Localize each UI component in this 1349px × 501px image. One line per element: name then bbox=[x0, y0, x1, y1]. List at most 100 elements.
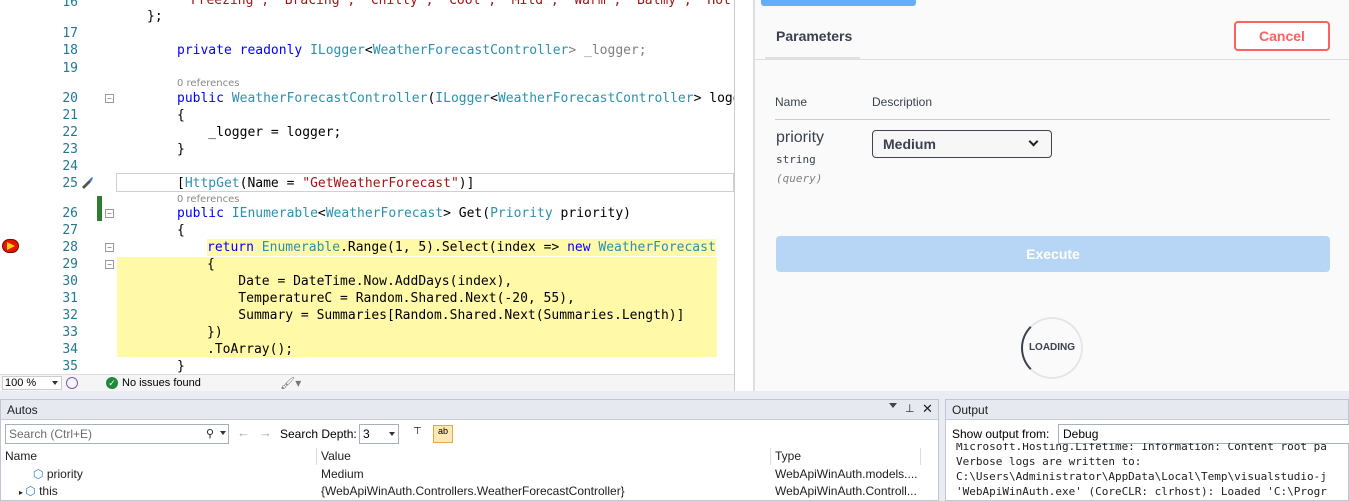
line-number: 22 bbox=[62, 125, 78, 140]
code-token: WeatherForecast bbox=[598, 240, 716, 255]
param-location: (query) bbox=[776, 172, 823, 185]
codelens-references[interactable]: 0 references bbox=[177, 194, 240, 205]
variable-name-text: priority bbox=[46, 467, 83, 481]
parameters-table-header: Name Description bbox=[775, 88, 1330, 120]
code-token: > logge bbox=[693, 91, 734, 106]
table-row[interactable]: ▸ ⬡ this {WebApiWinAuth.Controllers.Weat… bbox=[1, 483, 921, 500]
code-line: private readonly ILogger<WeatherForecast… bbox=[177, 42, 647, 59]
zoom-dropdown[interactable]: 100 % bbox=[2, 376, 62, 390]
code-area[interactable]: "Freezing", "Bracing", "Chilly", "Cool",… bbox=[117, 0, 734, 374]
cancel-button[interactable]: Cancel bbox=[1234, 21, 1330, 51]
check-circle-icon: ✓ bbox=[106, 377, 118, 389]
output-window: Output Show output from: Debug Microsoft… bbox=[945, 399, 1349, 501]
code-line: { bbox=[177, 108, 185, 123]
parameters-header: Parameters Cancel bbox=[755, 12, 1349, 60]
variable-value[interactable]: Medium bbox=[317, 466, 771, 483]
line-number: 31 bbox=[62, 291, 78, 306]
code-cleanup-icon[interactable]: 🖌▾ bbox=[280, 376, 301, 390]
execute-button[interactable]: Execute bbox=[776, 236, 1330, 272]
chevron-down-icon bbox=[389, 432, 395, 436]
table-row[interactable]: ⬡ priority Medium WebApiWinAuth.models..… bbox=[1, 466, 921, 483]
log-line: 'WebApiWinAuth.exe' (CoreCLR: clrhost): … bbox=[956, 485, 1327, 498]
line-number: 29 bbox=[62, 257, 78, 272]
chevron-down-icon bbox=[52, 381, 58, 385]
collapse-icon[interactable]: − bbox=[105, 243, 114, 252]
variable-value[interactable]: {WebApiWinAuth.Controllers.WeatherForeca… bbox=[317, 483, 771, 500]
column-header-type[interactable]: Type bbox=[771, 448, 921, 465]
param-name: priority bbox=[776, 129, 825, 146]
code-line: }; bbox=[147, 9, 163, 24]
output-source-value: Debug bbox=[1063, 427, 1099, 441]
code-token: < bbox=[490, 91, 498, 106]
line-number: 24 bbox=[62, 159, 78, 174]
code-editor[interactable]: − − − − 16 17 18 19 20 21 22 23 24 25 26… bbox=[0, 0, 734, 374]
codelens-references[interactable]: 0 references bbox=[177, 78, 240, 89]
autos-search-input[interactable]: Search (Ctrl+E) ⚲ bbox=[5, 424, 229, 444]
col-name: Name bbox=[775, 95, 808, 109]
code-line: _logger = logger; bbox=[177, 125, 342, 140]
collapse-icon[interactable]: − bbox=[105, 209, 114, 218]
field-icon: ⬡ bbox=[25, 484, 40, 498]
tab-parameters[interactable]: Parameters bbox=[765, 24, 860, 60]
output-log[interactable]: Microsoft.Hosting.Lifetime: Information:… bbox=[956, 443, 1349, 501]
column-header-name[interactable]: Name bbox=[1, 448, 317, 465]
code-token: return bbox=[207, 240, 262, 255]
code-token: [ bbox=[177, 176, 185, 191]
issues-status[interactable]: No issues found bbox=[122, 377, 201, 389]
log-line: Microsoft.Hosting.Lifetime: Information:… bbox=[956, 443, 1327, 453]
col-description: Description bbox=[872, 95, 933, 109]
search-placeholder: Search (Ctrl+E) bbox=[9, 427, 93, 441]
param-type: string bbox=[776, 153, 816, 166]
code-token: WeatherForecastController bbox=[231, 91, 428, 106]
code-line: { bbox=[207, 257, 215, 272]
back-arrow-icon[interactable]: ← bbox=[237, 425, 250, 440]
priority-select[interactable]: Medium bbox=[872, 130, 1052, 158]
code-line: "Freezing", "Bracing", "Chilly", "Cool",… bbox=[183, 0, 734, 8]
search-depth-label: Search Depth: bbox=[280, 427, 357, 441]
output-title: Output bbox=[952, 403, 989, 417]
copilot-icon[interactable] bbox=[66, 377, 78, 389]
operation-header-bar[interactable] bbox=[761, 0, 916, 6]
column-header-value[interactable]: Value bbox=[317, 448, 771, 465]
variable-name: ⬡ priority bbox=[29, 466, 319, 483]
code-line: Date = DateTime.Now.AddDays(index), bbox=[207, 274, 513, 289]
window-menu-icon[interactable] bbox=[889, 403, 897, 408]
output-source-select[interactable]: Debug bbox=[1058, 424, 1349, 444]
output-title-bar: Output bbox=[946, 400, 1348, 420]
quick-actions-brush-icon[interactable] bbox=[80, 175, 94, 189]
collapse-icon[interactable]: − bbox=[105, 260, 114, 269]
code-token: .Range(1, 5).Select(index => bbox=[340, 240, 568, 255]
forward-arrow-icon[interactable]: → bbox=[259, 425, 272, 440]
code-line: .ToArray(); bbox=[207, 342, 294, 357]
code-token: ILogger bbox=[435, 91, 491, 106]
close-icon[interactable]: ✕ bbox=[922, 401, 933, 417]
code-token: priority) bbox=[552, 206, 631, 221]
code-token: new bbox=[567, 240, 599, 255]
hex-display-icon[interactable]: ab bbox=[433, 425, 453, 443]
collapse-icon[interactable]: − bbox=[105, 94, 114, 103]
code-token: ILogger bbox=[310, 43, 365, 58]
line-number: 32 bbox=[62, 308, 78, 323]
variable-type: WebApiWinAuth.models.... bbox=[775, 467, 918, 481]
code-line: public WeatherForecastController(ILogger… bbox=[177, 90, 734, 107]
breakpoint-current-line-icon[interactable] bbox=[2, 239, 19, 253]
line-number: 35 bbox=[62, 359, 78, 374]
line-number: 19 bbox=[62, 61, 78, 76]
variable-name-text: this bbox=[39, 484, 58, 498]
pin-to-source-icon[interactable]: ⊤ bbox=[413, 426, 427, 442]
code-token: IEnumerable bbox=[231, 206, 318, 221]
code-token: )] bbox=[458, 176, 475, 191]
splitter[interactable] bbox=[734, 0, 754, 391]
pin-icon[interactable]: ⊥ bbox=[905, 402, 915, 415]
search-icon[interactable]: ⚲ bbox=[206, 427, 214, 440]
search-depth-select[interactable]: 3 bbox=[359, 424, 399, 444]
chevron-down-icon[interactable] bbox=[220, 431, 226, 435]
code-line-current: return Enumerable.Range(1, 5).Select(ind… bbox=[207, 239, 716, 256]
code-token: > _logger; bbox=[568, 43, 647, 58]
line-number: 16 bbox=[62, 0, 78, 10]
line-number: 18 bbox=[62, 43, 78, 58]
code-line: Summary = Summaries[Random.Shared.Next(S… bbox=[207, 308, 685, 323]
code-token: WeatherForecast bbox=[325, 206, 444, 221]
variable-type: WebApiWinAuth.Controll... bbox=[775, 484, 917, 498]
line-number: 25 bbox=[62, 176, 78, 191]
